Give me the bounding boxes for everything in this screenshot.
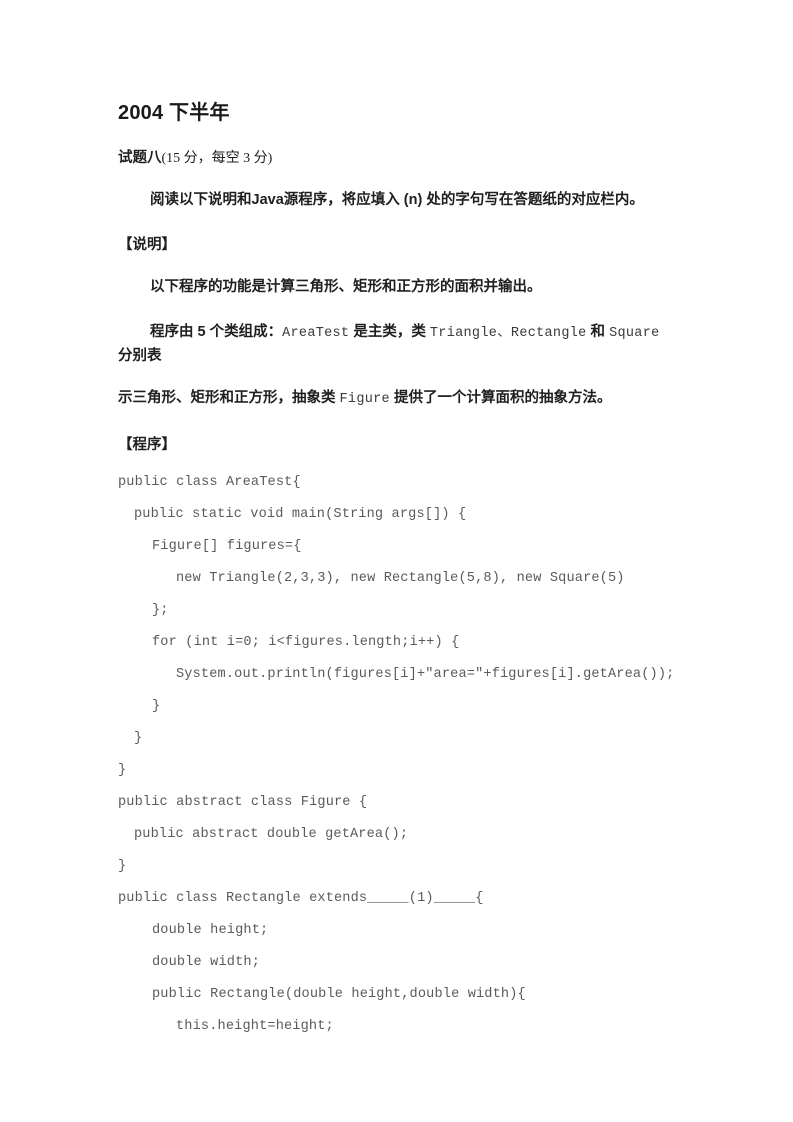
code-line: for (int i=0; i<figures.length;i++) { (152, 635, 460, 651)
code-line: double height; (152, 923, 269, 939)
java-code-block: public class AreaTest{ public static voi… (118, 476, 674, 1052)
code-line-blank-1: public class Rectangle extends_____(1)__… (118, 891, 484, 907)
code-line: public Rectangle(double height,double wi… (152, 987, 526, 1003)
question-label: 试题八 (118, 150, 162, 166)
code-line: System.out.println(figures[i]+"area="+fi… (176, 667, 675, 683)
code-line: } (134, 731, 143, 747)
code-line: this.height=height; (176, 1019, 334, 1035)
page-content: 2004 下半年 试题八(15 分，每空 3 分) 阅读以下说明和Java源程序… (118, 96, 674, 1052)
desc3-after: 提供了一个计算面积的抽象方法。 (389, 390, 612, 407)
desc2-before: 程序由 5 个类组成： (150, 323, 283, 340)
desc3-class-figure: Figure (339, 392, 390, 408)
desc2-after: 分别表 (118, 347, 162, 364)
desc2-class-square: Square (609, 325, 660, 341)
description-paragraph-1: 以下程序的功能是计算三角形、矩形和正方形的面积并输出。 (150, 279, 542, 296)
question-header: 试题八(15 分，每空 3 分) (118, 146, 674, 167)
desc2-mid-1: 是主类，类 (349, 323, 430, 340)
desc2-class-triangle-rectangle: Triangle、Rectangle (429, 325, 587, 341)
description-paragraph-2: 程序由 5 个类组成：AreaTest 是主类，类 Triangle、Recta… (118, 321, 674, 367)
question-score-note: (15 分，每空 3 分) (161, 151, 273, 166)
section-tag-chengxu: 【程序】 (118, 437, 176, 454)
code-line: } (118, 859, 127, 875)
page-title: 2004 下半年 (118, 102, 230, 124)
section-tag-shuoming: 【说明】 (118, 237, 176, 254)
code-line: public class AreaTest{ (118, 475, 301, 491)
desc2-class-areatest: AreaTest (282, 325, 350, 341)
code-line: double width; (152, 955, 260, 971)
code-line: Figure[] figures={ (152, 539, 302, 555)
desc2-mid-2: 和 (586, 323, 610, 340)
document-page: 2004 下半年 试题八(15 分，每空 3 分) 阅读以下说明和Java源程序… (0, 0, 793, 1122)
desc3-before: 示三角形、矩形和正方形，抽象类 (118, 390, 340, 407)
code-line: }; (152, 603, 169, 619)
code-line: new Triangle(2,3,3), new Rectangle(5,8),… (176, 571, 625, 587)
instruction-paragraph: 阅读以下说明和Java源程序，将应填入 (n) 处的字句写在答题纸的对应栏内。 (150, 192, 644, 208)
code-line: public abstract double getArea(); (134, 827, 409, 843)
code-line: } (152, 699, 161, 715)
code-line: public abstract class Figure { (118, 795, 368, 811)
description-paragraph-3: 示三角形、矩形和正方形，抽象类 Figure 提供了一个计算面积的抽象方法。 (118, 387, 674, 411)
code-line: } (118, 763, 127, 779)
code-line: public static void main(String args[]) { (134, 507, 467, 523)
